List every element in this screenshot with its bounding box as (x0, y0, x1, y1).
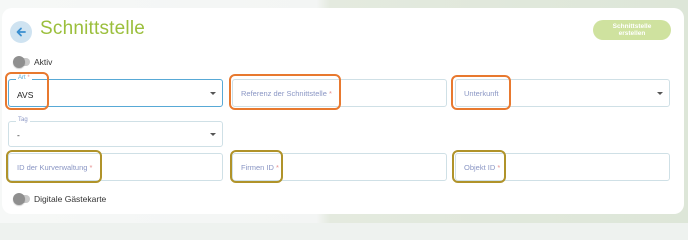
digital-guest-card-label: Digitale Gästekarte (34, 194, 107, 204)
kurverwaltung-id-input[interactable]: ID der Kurverwaltung * (8, 153, 223, 181)
active-label: Aktiv (34, 57, 53, 67)
active-toggle[interactable] (13, 56, 30, 68)
unterkunft-placeholder: Unterkunft (464, 89, 499, 98)
tag-select[interactable]: Tag - (8, 117, 223, 147)
create-interface-button[interactable]: Schnittstelle erstellen (593, 20, 671, 40)
firmen-id-input[interactable]: Firmen ID * (232, 153, 447, 181)
chevron-down-icon (657, 92, 663, 95)
arrow-left-icon (16, 27, 26, 37)
firmen-placeholder: Firmen ID * (241, 163, 279, 172)
referenz-input[interactable]: Referenz der Schnittstelle * (232, 79, 447, 107)
art-select[interactable]: Art * AVS (8, 75, 223, 107)
toggle-knob (13, 193, 25, 205)
page-title: Schnittstelle (40, 18, 146, 39)
back-button[interactable] (10, 21, 32, 43)
chevron-down-icon (210, 92, 216, 95)
tag-value: - (17, 130, 20, 140)
kurverwaltung-placeholder: ID der Kurverwaltung * (17, 163, 93, 172)
objekt-placeholder: Objekt ID * (464, 163, 501, 172)
digital-guest-card-toggle[interactable] (13, 193, 30, 205)
tag-label: Tag (16, 117, 30, 123)
unterkunft-select[interactable]: Unterkunft (455, 79, 670, 107)
objekt-id-input[interactable]: Objekt ID * (455, 153, 670, 181)
chevron-down-icon (210, 133, 216, 136)
art-label: Art * (16, 75, 32, 81)
referenz-placeholder: Referenz der Schnittstelle * (241, 89, 332, 98)
toggle-knob (13, 56, 25, 68)
art-value: AVS (17, 90, 34, 100)
